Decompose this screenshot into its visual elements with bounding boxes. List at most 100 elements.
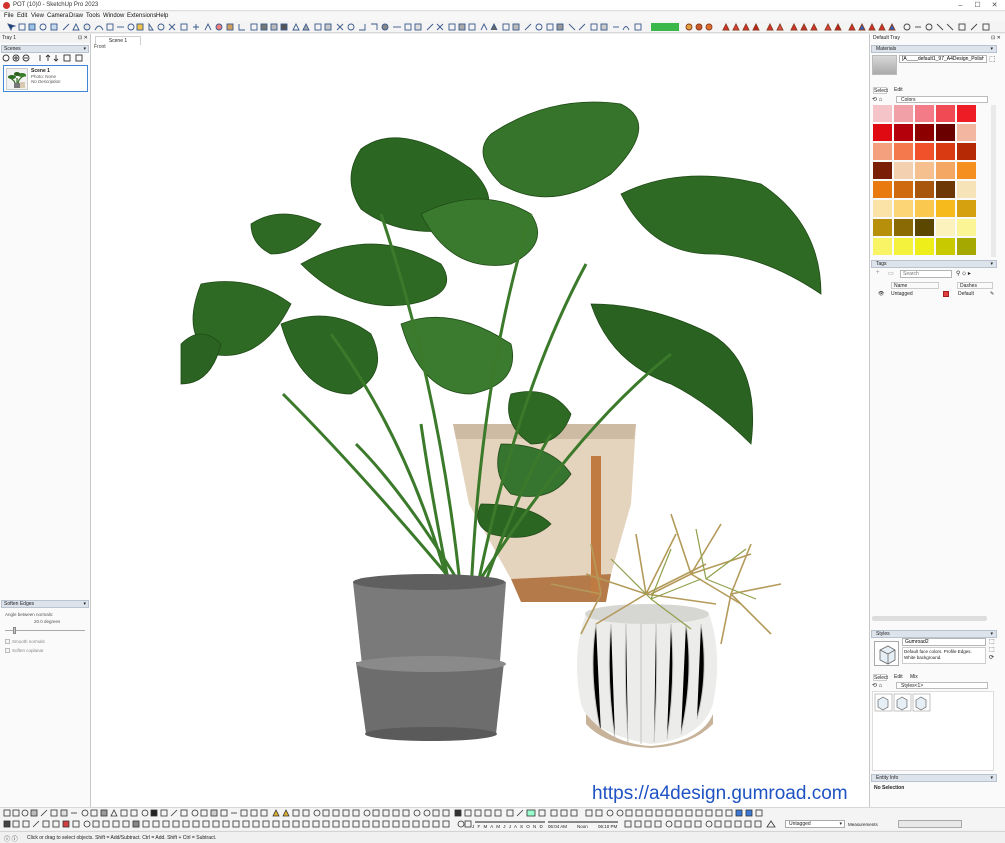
collapse-icon[interactable]: ▾ [83, 46, 86, 52]
tab-styles-mix[interactable]: Mix [910, 674, 918, 680]
color-swatch[interactable] [915, 143, 934, 160]
menu-edit[interactable]: Edit [17, 13, 27, 19]
color-swatch[interactable] [894, 219, 913, 236]
view-toolbar-icons[interactable] [585, 809, 785, 829]
style-thumbnail[interactable] [874, 641, 899, 666]
visibility-eye-icon[interactable]: 👁 [878, 291, 884, 297]
color-swatch[interactable] [915, 105, 934, 122]
color-swatch[interactable] [873, 238, 892, 255]
tag-row-name[interactable]: Untagged [891, 291, 913, 297]
menu-file[interactable]: File [4, 13, 14, 19]
color-swatch[interactable] [873, 105, 892, 122]
tag-row-dashes[interactable]: Default [958, 291, 974, 297]
color-swatch[interactable] [894, 200, 913, 217]
color-swatch[interactable] [936, 238, 955, 255]
color-swatch[interactable] [915, 162, 934, 179]
color-swatch[interactable] [873, 143, 892, 160]
color-swatch[interactable] [936, 162, 955, 179]
color-swatch[interactable] [873, 124, 892, 141]
tab-materials-select[interactable]: Select [873, 87, 888, 94]
color-swatch[interactable] [894, 238, 913, 255]
menu-window[interactable]: Window [103, 13, 124, 19]
color-swatch[interactable] [957, 238, 976, 255]
color-swatch[interactable] [957, 200, 976, 217]
color-swatch[interactable] [873, 200, 892, 217]
tray-pin-icon[interactable]: ⊡ ✕ [78, 35, 88, 41]
color-swatch[interactable] [936, 105, 955, 122]
color-swatch[interactable] [873, 162, 892, 179]
menu-draw[interactable]: Draw [69, 13, 83, 19]
status-icons[interactable]: ⓘ ⓘ [4, 834, 18, 843]
material-preview[interactable] [872, 55, 897, 75]
tag-tools-icon[interactable]: ⚲ ⬦ ▸ [956, 270, 971, 278]
nav-arrows-icon[interactable]: ⟲ ⌂ [872, 96, 882, 103]
style-action-icons[interactable]: ⬚ ⬚ ⟳ [989, 638, 995, 662]
color-swatch[interactable] [957, 181, 976, 198]
tray-pin-icon[interactable]: ⊡ ✕ [991, 35, 1001, 41]
color-swatch[interactable] [936, 200, 955, 217]
tag-select-dropdown[interactable]: Untagged ▾ [785, 820, 845, 828]
color-swatch[interactable] [894, 124, 913, 141]
tab-styles-edit[interactable]: Edit [894, 674, 903, 680]
color-swatch[interactable] [894, 143, 913, 160]
materials-scrollbar[interactable] [991, 105, 996, 257]
menu-camera[interactable]: Camera [47, 13, 68, 19]
color-swatch[interactable] [894, 181, 913, 198]
add-tag-icon[interactable]: + [876, 270, 880, 276]
tag-color-swatch[interactable] [943, 291, 949, 297]
close-icon[interactable]: ✕ [990, 1, 999, 10]
color-swatch[interactable] [894, 105, 913, 122]
month-slider[interactable] [475, 821, 545, 823]
color-swatch[interactable] [873, 181, 892, 198]
scene-card[interactable]: Scene 1 Photo: None No Description [3, 65, 88, 92]
materials-panel-header[interactable]: Materials ▾ [871, 45, 997, 53]
minimize-icon[interactable]: – [956, 1, 965, 10]
scenes-toolbar[interactable] [2, 54, 88, 63]
tags-column-name[interactable]: Name [891, 282, 939, 289]
styles-nav-icon[interactable]: ⟲ ⌂ [872, 682, 882, 689]
style-name-field[interactable] [902, 638, 986, 646]
soften-edges-header[interactable]: Soften Edges ▾ [1, 600, 89, 608]
color-swatch[interactable] [873, 219, 892, 236]
styles-panel-header[interactable]: Styles ▾ [871, 630, 997, 638]
style-description[interactable]: Default face colors. Profile Edges. Whit… [902, 647, 986, 664]
angle-slider-track[interactable] [5, 630, 85, 631]
menu-tools[interactable]: Tools [86, 13, 100, 19]
material-name-field[interactable] [899, 55, 987, 63]
color-swatch[interactable] [957, 162, 976, 179]
color-swatch[interactable] [957, 219, 976, 236]
menu-view[interactable]: View [31, 13, 44, 19]
color-swatch[interactable] [915, 219, 934, 236]
color-swatch[interactable] [957, 143, 976, 160]
tab-styles-select[interactable]: Select [873, 674, 888, 681]
tab-materials-edit[interactable]: Edit [894, 87, 903, 93]
tags-column-dashes[interactable]: Dashes [957, 282, 993, 289]
tags-scrollbar[interactable] [872, 616, 987, 621]
color-swatch[interactable] [915, 238, 934, 255]
color-swatch[interactable] [936, 124, 955, 141]
menu-help[interactable]: Help [156, 13, 168, 19]
color-swatch[interactable] [936, 181, 955, 198]
scenes-panel-header[interactable]: Scenes ▾ [1, 45, 89, 53]
style-thumbnails[interactable] [873, 692, 933, 714]
tags-search-input[interactable] [900, 270, 952, 278]
color-swatch[interactable] [915, 181, 934, 198]
color-swatch[interactable] [915, 124, 934, 141]
drawing-viewport[interactable] [91, 34, 869, 807]
color-swatch[interactable] [915, 200, 934, 217]
entity-info-panel-header[interactable]: Entity Info ▾ [871, 774, 997, 782]
tags-panel-header[interactable]: Tags ▾ [871, 260, 997, 268]
color-swatch[interactable] [936, 219, 955, 236]
material-action-icons[interactable]: ⬚ [989, 55, 996, 63]
smooth-normals-checkbox[interactable] [5, 639, 10, 644]
styles-library-select[interactable]: Styles<1> [896, 682, 988, 689]
measurements-input[interactable] [898, 820, 962, 828]
collapse-icon[interactable]: ▾ [990, 46, 993, 52]
menu-extensions[interactable]: Extensions [127, 13, 156, 19]
angle-slider-thumb[interactable] [13, 627, 16, 634]
color-swatch[interactable] [957, 124, 976, 141]
maximize-icon[interactable]: ☐ [973, 1, 982, 10]
edit-pencil-icon[interactable]: ✎ [990, 291, 994, 297]
collapse-icon[interactable]: ▾ [990, 775, 993, 781]
collapse-icon[interactable]: ▾ [990, 261, 993, 267]
